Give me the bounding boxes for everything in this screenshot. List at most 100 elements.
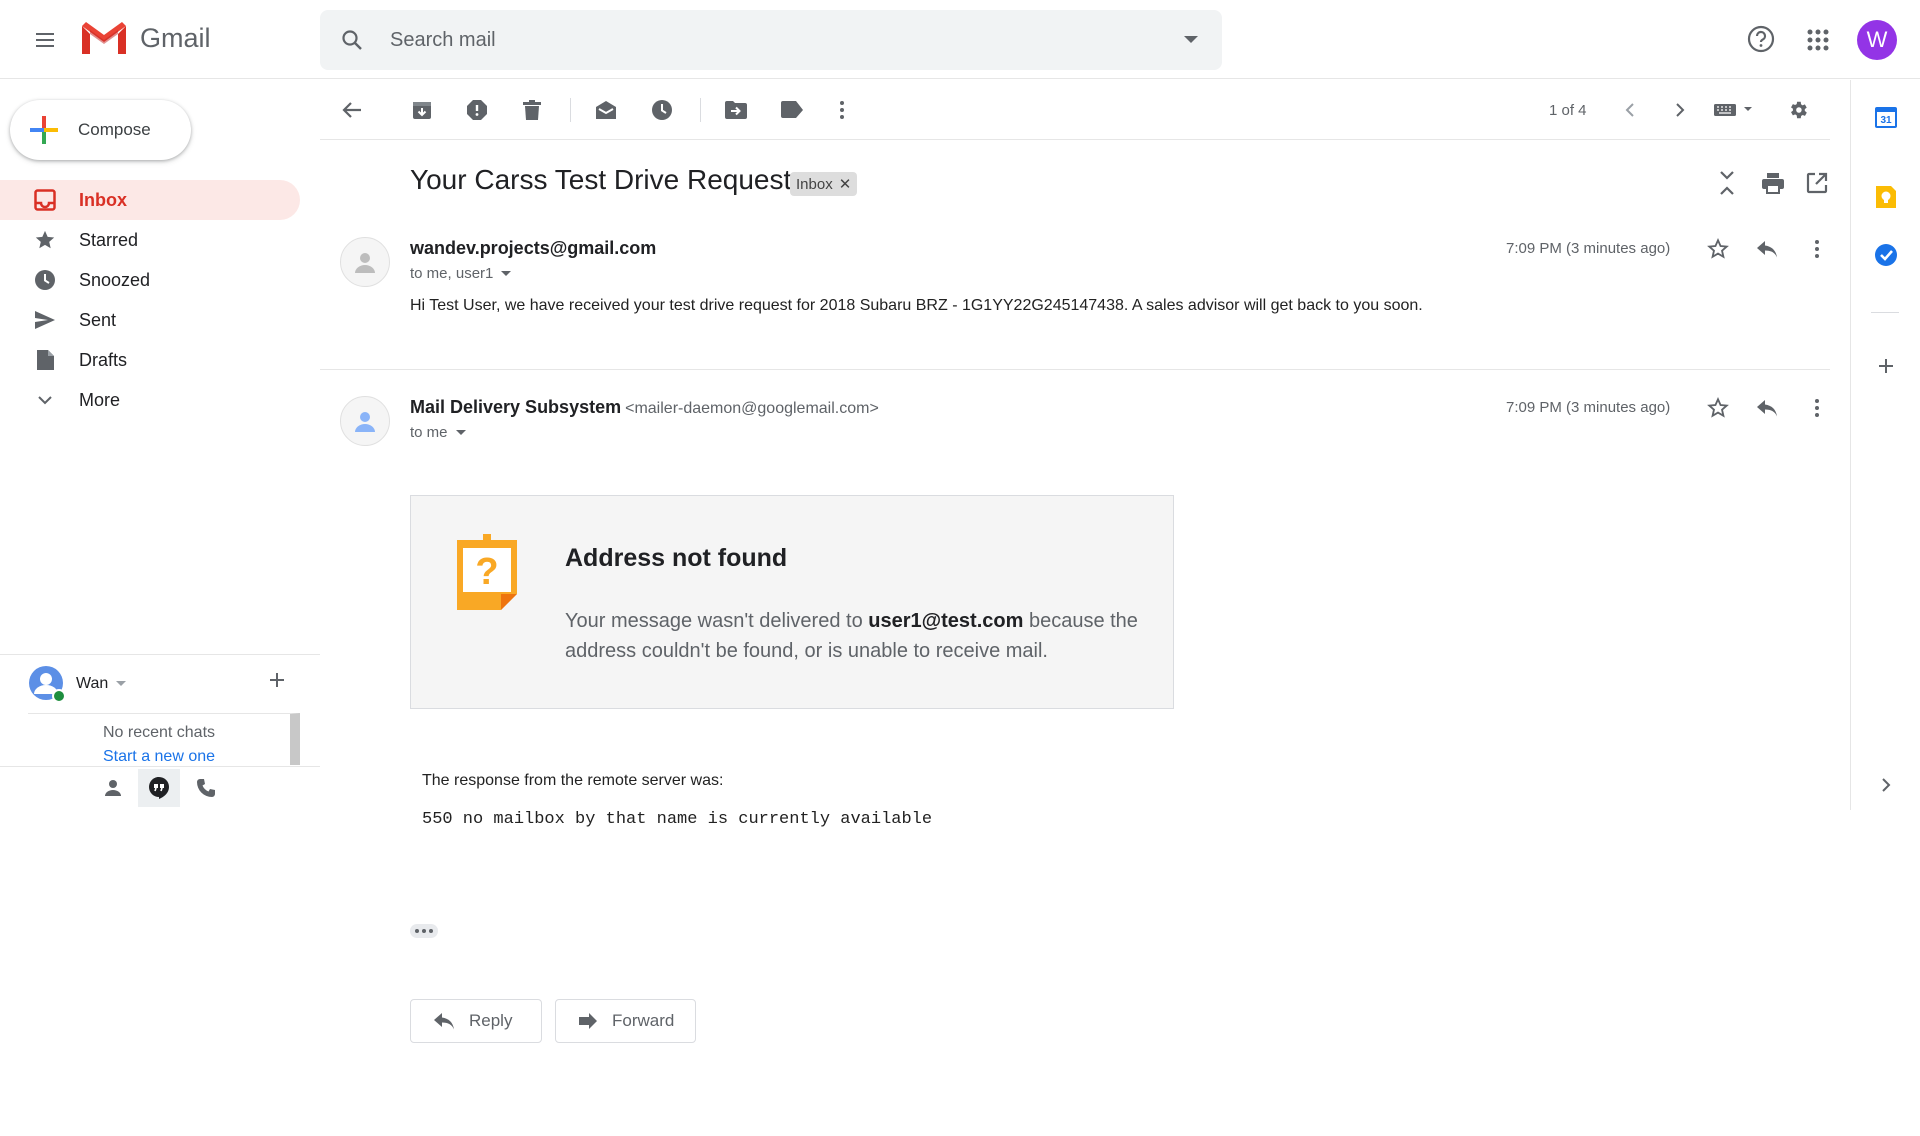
trash-icon [522,99,542,121]
labels-button[interactable] [780,98,804,122]
apps-grid-icon[interactable] [1806,28,1830,52]
top-header: Gmail W [0,0,1920,79]
message-more-button[interactable] [1804,236,1830,262]
sender-name[interactable]: Mail Delivery Subsystem <mailer-daemon@go… [410,397,879,418]
sidebar-item-label: Inbox [79,189,127,210]
add-chat-icon[interactable] [268,671,286,689]
get-addons-button[interactable] [1873,353,1899,379]
calendar-addon[interactable]: 31 [1873,104,1899,130]
archive-icon [411,99,433,121]
forward-label: Forward [612,1011,675,1030]
sidebar-item-inbox[interactable]: Inbox [0,180,300,220]
sidebar-item-label: Drafts [79,349,128,370]
reply-action-button[interactable]: Reply [410,999,542,1043]
search-input[interactable] [390,22,1150,58]
chevron-right-icon [1675,102,1685,118]
chat-tabs [0,766,320,808]
compose-button[interactable]: Compose [10,100,191,160]
chevron-down-icon [33,388,57,412]
bounce-text-pre: Your message wasn't delivered to [565,610,869,632]
sidebar-item-drafts[interactable]: Drafts [0,340,300,380]
bounce-description: Your message wasn't delivered to user1@t… [565,606,1145,666]
settings-button[interactable] [1786,98,1810,122]
gmail-logo[interactable]: Gmail [80,20,211,56]
remove-label-icon[interactable]: ✕ [839,175,852,193]
more-actions-button[interactable] [830,98,854,122]
sender-name-text: Mail Delivery Subsystem [410,397,622,417]
reply-button[interactable] [1754,236,1780,262]
show-details-icon [455,429,466,436]
mark-unread-button[interactable] [594,98,618,122]
gmail-m-icon [80,20,128,56]
tasks-addon[interactable] [1873,242,1899,268]
no-recent-chats-text: No recent chats [102,724,216,741]
side-panel: 31 [1850,80,1920,810]
start-new-chat-link[interactable]: Start a new one [28,748,290,766]
sidebar-item-label: Sent [79,309,117,330]
hangouts-chat: Wan No recent chats Start a new one [0,654,320,807]
recipients-text: to me, user1 [410,265,494,282]
search-icon[interactable] [340,28,364,52]
email-subject: Your Carss Test Drive Request [410,164,792,195]
chat-user-status[interactable]: Wan [28,665,127,703]
message-divider [320,369,1830,370]
compose-label: Compose [78,120,151,139]
inbox-label-chip: Inbox ✕ [790,172,858,196]
hide-side-panel-button[interactable] [1873,772,1899,798]
server-response-code: 550 no mailbox by that name is currently… [422,810,933,829]
phone-tab[interactable] [185,769,227,807]
sidebar-item-sent[interactable]: Sent [0,300,300,340]
report-spam-icon [466,99,488,121]
message-more-button[interactable] [1804,395,1830,421]
message-toolbar: 1 of 4 [320,80,1830,140]
collapse-all-icon[interactable] [1716,170,1738,196]
show-trimmed-content-button[interactable] [410,924,438,938]
keep-addon[interactable] [1873,184,1899,210]
sidebar-item-more[interactable]: More [0,380,300,420]
arrow-back-icon [341,99,363,121]
keep-bulb-icon [1875,185,1897,209]
sender-avatar [340,396,390,446]
reply-icon [1756,399,1778,417]
search-options-dropdown-icon[interactable] [1184,36,1198,44]
sidebar-item-label: Starred [79,229,139,250]
star-button[interactable] [1705,395,1731,421]
main-menu-button[interactable] [25,20,65,60]
back-button[interactable] [340,98,364,122]
sidebar-item-snoozed[interactable]: Snoozed [0,260,300,300]
open-in-new-window-icon[interactable] [1806,172,1828,194]
contacts-tab[interactable] [92,769,134,807]
forward-action-button[interactable]: Forward [555,999,696,1043]
print-icon[interactable] [1761,172,1785,194]
clock-icon [33,268,57,292]
report-spam-button[interactable] [465,98,489,122]
newer-button[interactable] [1618,98,1642,122]
reply-button[interactable] [1754,395,1780,421]
hamburger-icon [33,28,57,52]
sender-name[interactable]: wandev.projects@gmail.com [410,238,656,259]
star-button[interactable] [1705,236,1731,262]
show-details-icon [501,270,512,277]
recipients-line[interactable]: to me, user1 [410,265,512,282]
sidebar-item-label: Snoozed [79,269,151,290]
recipients-line[interactable]: to me [410,424,466,441]
help-icon[interactable] [1746,24,1776,54]
more-vert-icon [839,100,845,120]
hangouts-tab[interactable] [138,769,180,807]
snooze-button[interactable] [650,98,674,122]
input-tools-button[interactable] [1712,98,1756,122]
tasks-check-icon [1874,243,1898,267]
archive-button[interactable] [410,98,434,122]
label-icon [780,101,804,119]
calendar-icon: 31 [1874,105,1898,129]
older-button[interactable] [1668,98,1692,122]
pagination-text: 1 of 4 [1549,102,1587,119]
delete-button[interactable] [520,98,544,122]
default-person-icon [353,250,377,274]
forward-icon [578,1013,598,1029]
account-avatar[interactable]: W [1857,20,1897,60]
message-time: 7:09 PM (3 minutes ago) [1506,399,1671,416]
question-note-icon: ? [456,534,518,612]
sidebar-item-starred[interactable]: Starred [0,220,300,260]
move-to-button[interactable] [724,98,748,122]
